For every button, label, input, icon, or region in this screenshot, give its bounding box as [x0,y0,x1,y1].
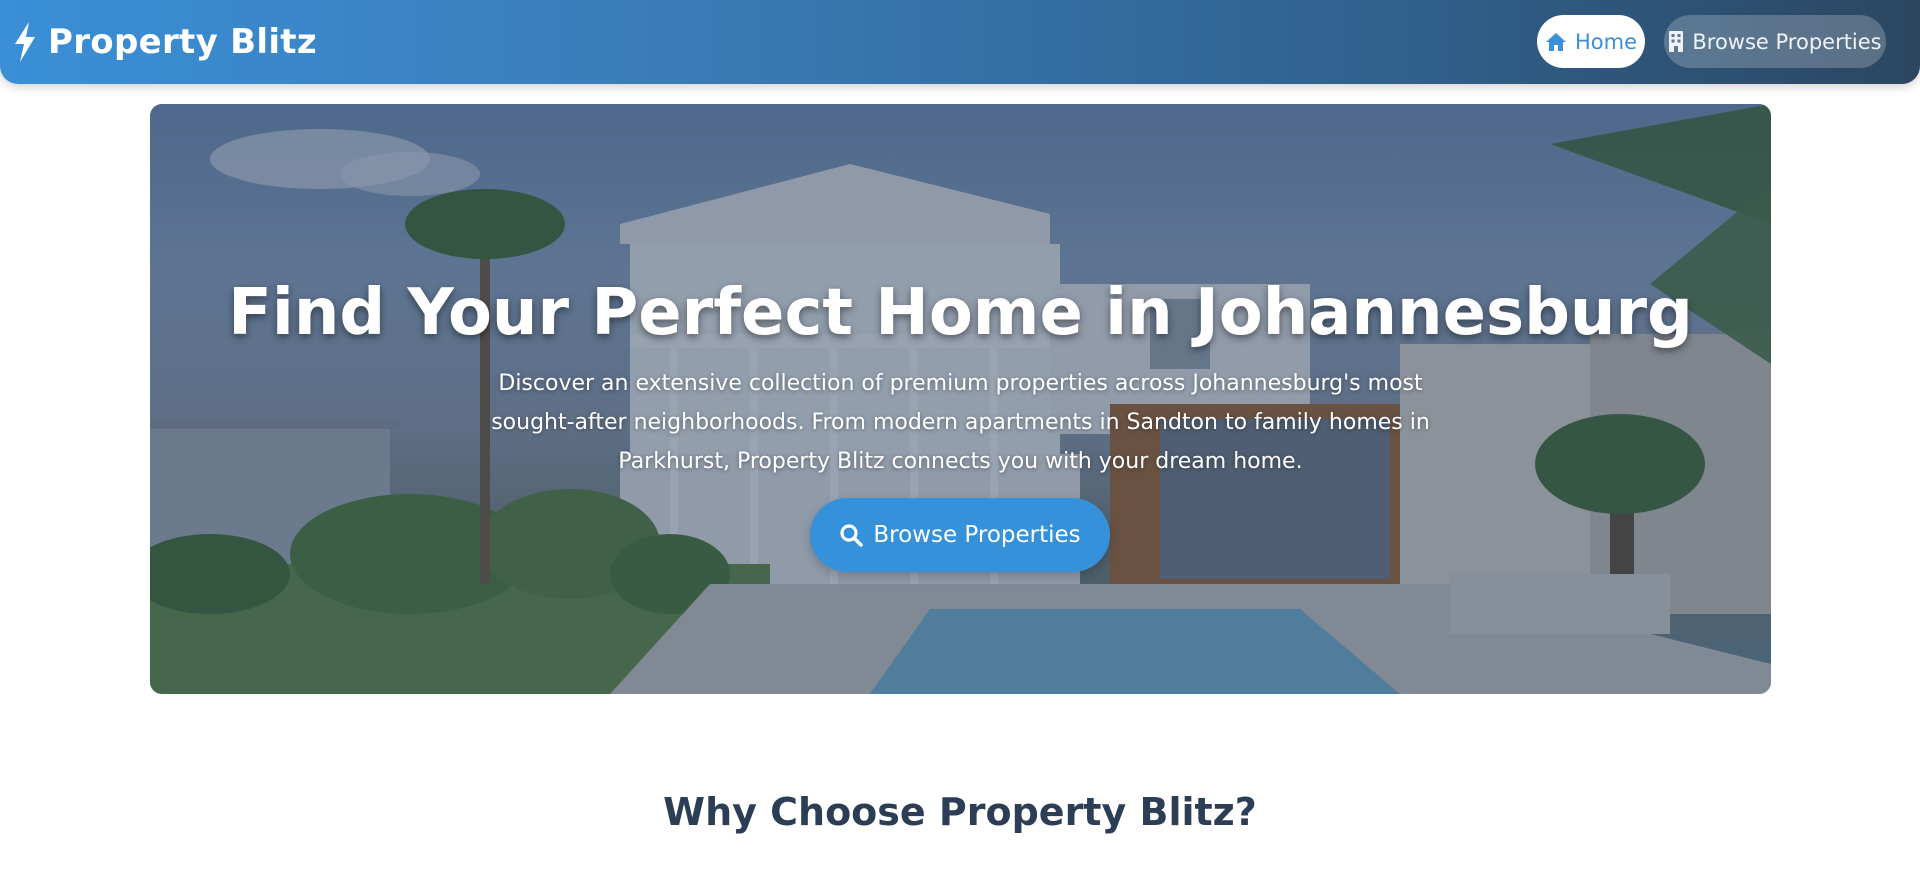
nav-home-label: Home [1574,29,1637,54]
home-icon [1545,32,1566,51]
hero-title: Find Your Perfect Home in Johannesburg [228,275,1693,350]
browse-properties-label: Browse Properties [873,522,1081,548]
building-icon [1669,31,1684,52]
hero-banner: Find Your Perfect Home in Johannesburg D… [150,104,1771,694]
features-section-title: Why Choose Property Blitz? [663,789,1257,834]
brand-name: Property Blitz [48,22,317,62]
hero-subtitle: Discover an extensive collection of prem… [491,371,1430,474]
bolt-icon [15,22,35,62]
search-icon [840,524,864,547]
browse-properties-button[interactable]: Browse Properties [810,498,1110,572]
top-navbar: Property Blitz Home Browse Properties [0,0,1920,84]
brand-logo[interactable]: Property Blitz [12,18,317,66]
nav-home-button[interactable]: Home [1537,15,1645,68]
nav-browse-label: Browse Properties [1692,29,1882,54]
nav-browse-button[interactable]: Browse Properties [1664,15,1886,68]
